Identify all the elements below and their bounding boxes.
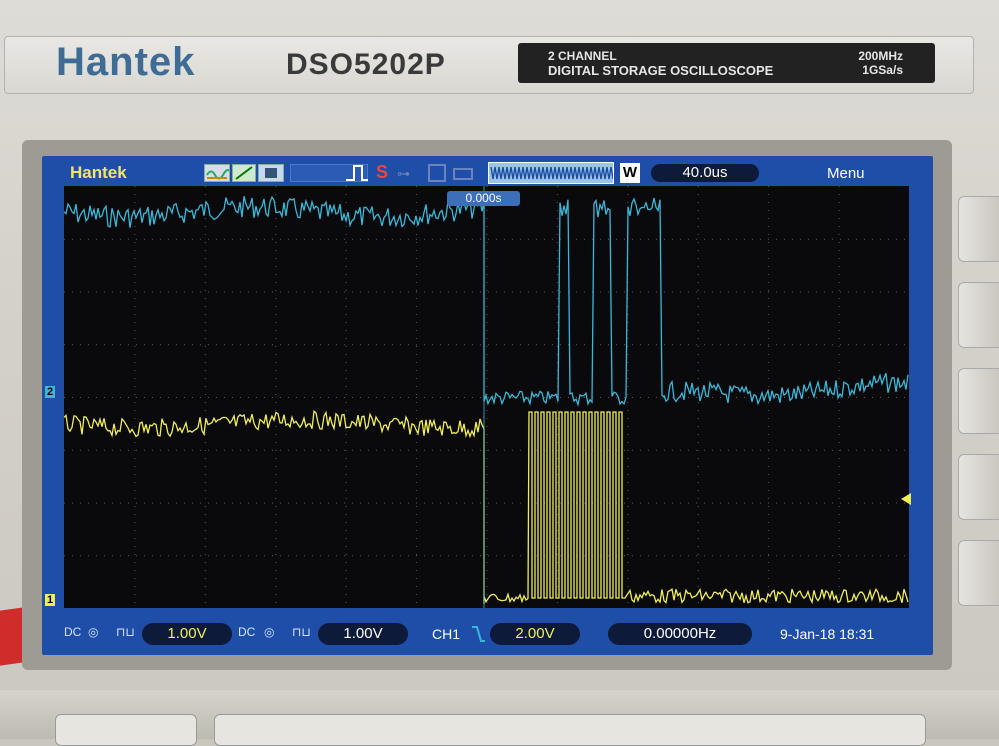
printer-icon: [452, 163, 474, 188]
side-button-1[interactable]: [958, 196, 999, 262]
side-button-4[interactable]: [958, 454, 999, 520]
frequency-counter: 0.00000Hz: [608, 623, 752, 645]
ch2-waveform: [64, 195, 909, 407]
bottom-button-bar[interactable]: [214, 714, 926, 746]
ch2-level-marker[interactable]: 2: [45, 386, 56, 398]
bandwidth-limit-icon: ◎: [88, 625, 99, 639]
bandwidth-label: 200MHz: [858, 49, 903, 63]
ch2-invert-icon: ⊓⊔: [292, 625, 311, 639]
device-brand: Hantek: [56, 40, 196, 84]
waveform-mode-icon[interactable]: [204, 164, 230, 182]
ch2-bandwidth-icon: ◎: [264, 625, 275, 639]
side-button-5[interactable]: [958, 540, 999, 606]
side-button-2[interactable]: [958, 282, 999, 348]
ch2-scale[interactable]: 1.00V: [318, 623, 408, 645]
window-label[interactable]: W: [620, 163, 640, 183]
ch1-level-marker[interactable]: 1: [45, 594, 56, 606]
waveform-canvas: [64, 186, 909, 608]
ramp-icon[interactable]: [232, 164, 256, 182]
menu-button[interactable]: Menu: [827, 165, 865, 182]
stop-status-icon: S: [376, 162, 389, 182]
trigger-edge-icon: [344, 163, 370, 188]
trigger-level-marker[interactable]: [899, 492, 913, 511]
disk-icon: [427, 163, 447, 188]
usb-icon: ⊶: [397, 166, 410, 181]
status-bar: DC ◎ ⊓⊔ 1.00V DC ◎ ⊓⊔ 1.00V CH1 2.00V 0.…: [42, 618, 933, 650]
print-icon[interactable]: [258, 164, 284, 182]
date-time: 9-Jan-18 18:31: [780, 626, 875, 642]
screen-brand: Hantek: [70, 163, 127, 182]
trigger-level-value[interactable]: 2.00V: [490, 623, 580, 645]
lcd-screen: Hantek S ⊶ W 40.0us Menu 0.000s 2 1 DC ◎…: [42, 156, 933, 655]
side-button-3[interactable]: [958, 368, 999, 434]
sample-rate-label: 1GSa/s: [862, 63, 903, 77]
ch1-invert-icon: ⊓⊔: [116, 625, 135, 639]
waveform-plot: [64, 186, 909, 608]
timebase-value[interactable]: 40.0us: [651, 164, 759, 182]
falling-edge-icon: [470, 624, 486, 648]
spec-line2: DIGITAL STORAGE OSCILLOSCOPE: [548, 63, 774, 78]
ch2-coupling-label: DC: [238, 625, 256, 639]
ch1-coupling-label: DC: [64, 625, 82, 639]
spec-line1: 2 CHANNEL: [548, 49, 617, 63]
ch1-scale[interactable]: 1.00V: [142, 623, 232, 645]
device-model: DSO5202P: [286, 48, 446, 81]
memory-depth-bar: [488, 162, 614, 184]
trigger-source: CH1: [432, 626, 461, 642]
spec-label: 2 CHANNEL DIGITAL STORAGE OSCILLOSCOPE 2…: [518, 43, 935, 83]
trigger-position-label: 0.000s: [447, 191, 520, 206]
ch1-waveform: [64, 410, 909, 605]
bottom-button-left[interactable]: [55, 714, 197, 746]
